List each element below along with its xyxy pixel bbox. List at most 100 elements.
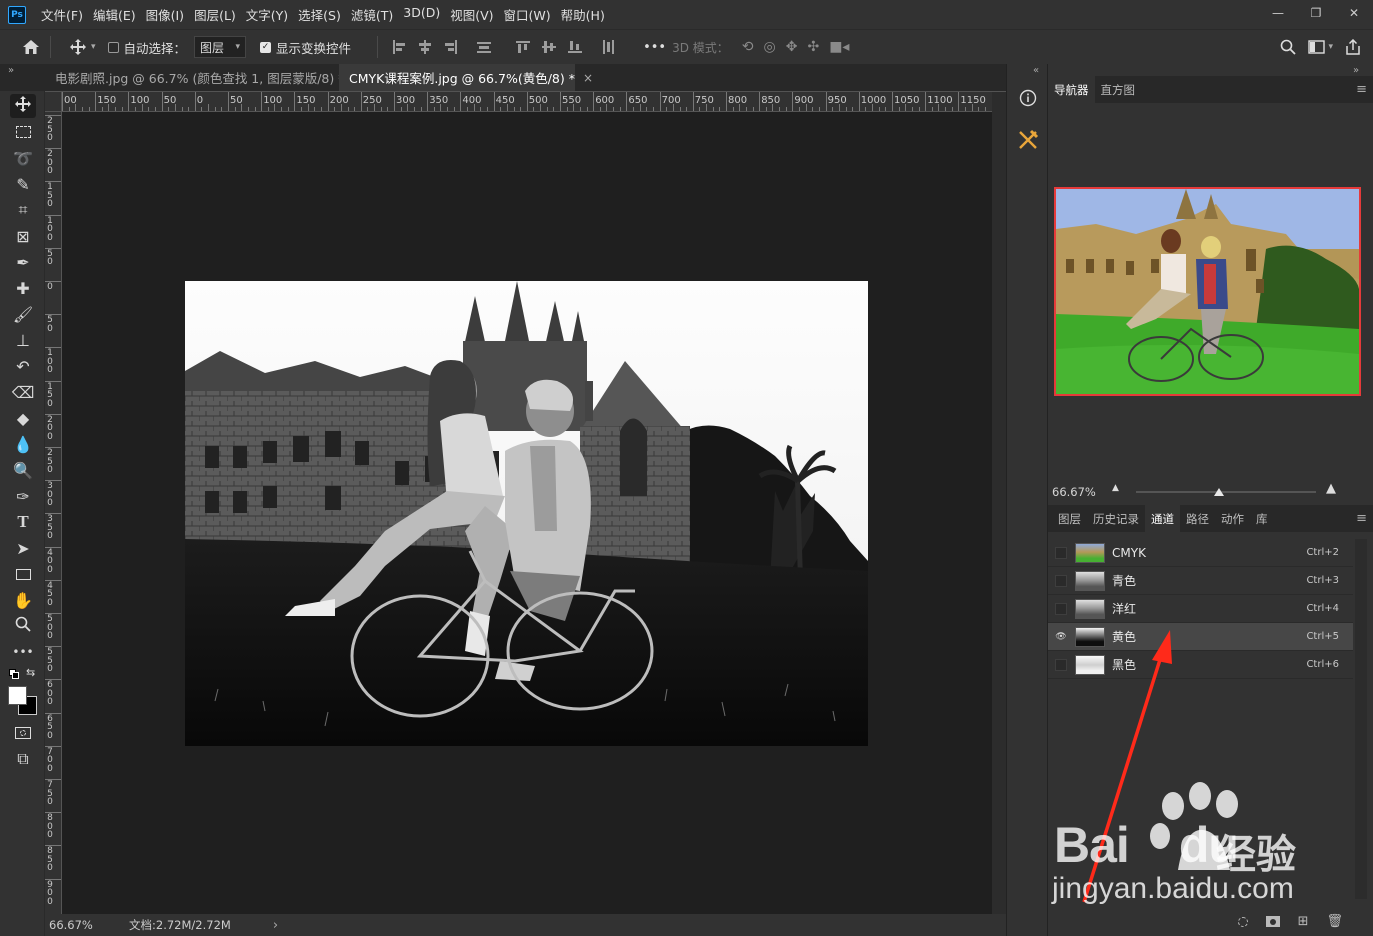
close-icon[interactable]: × bbox=[583, 71, 593, 85]
align-bottom-icon[interactable] bbox=[567, 39, 583, 55]
align-left-icon[interactable] bbox=[391, 39, 407, 55]
channel-row[interactable]: CMYK Ctrl+2 bbox=[1048, 539, 1353, 567]
canvas-vertical-scrollbar[interactable] bbox=[992, 92, 1006, 914]
tab-libraries[interactable]: 库 bbox=[1250, 505, 1274, 532]
info-panel-button[interactable] bbox=[1013, 84, 1043, 114]
tab-navigator[interactable]: 导航器 bbox=[1048, 76, 1095, 103]
panel-menu-icon[interactable]: ≡ bbox=[1356, 76, 1367, 103]
distribute-horizontal-icon[interactable] bbox=[600, 39, 616, 55]
menu-item[interactable]: 选择(S) bbox=[294, 5, 345, 24]
chevron-down-icon[interactable]: ▾ bbox=[91, 42, 96, 52]
search-icon[interactable] bbox=[1280, 39, 1297, 55]
panel-menu-icon[interactable]: ≡ bbox=[1356, 505, 1367, 532]
hand-tool[interactable]: ✋ bbox=[10, 588, 36, 612]
history-brush-tool[interactable]: ↶ bbox=[10, 354, 36, 378]
tab-movie-still[interactable]: 电影剧照.jpg @ 66.7% (颜色查找 1, 图层蒙版/8) * × bbox=[45, 64, 363, 91]
blur-tool[interactable]: 💧 bbox=[10, 432, 36, 456]
menu-item[interactable]: 帮助(H) bbox=[557, 5, 609, 24]
3d-orbit-icon[interactable]: ⟲ bbox=[742, 39, 754, 55]
type-tool[interactable]: T bbox=[10, 510, 36, 534]
edit-toolbar-button[interactable]: ••• bbox=[10, 640, 36, 664]
visibility-eye-icon[interactable] bbox=[1055, 602, 1067, 615]
status-menu-arrow[interactable]: › bbox=[273, 918, 278, 933]
auto-select-checkbox[interactable]: 自动选择： bbox=[107, 38, 186, 57]
channel-row[interactable]: 青色 Ctrl+3 bbox=[1048, 567, 1353, 595]
minimize-button[interactable]: — bbox=[1259, 0, 1297, 25]
collapse-panels-button[interactable]: « bbox=[1033, 65, 1039, 76]
crop-tool[interactable]: ⌗ bbox=[10, 198, 36, 222]
eyedropper-tool[interactable]: ✒ bbox=[10, 250, 36, 274]
workspace-icon[interactable]: ▾ bbox=[1308, 40, 1333, 54]
new-channel-icon[interactable]: ⊞ bbox=[1298, 914, 1309, 929]
quick-selection-tool[interactable]: ✎ bbox=[10, 172, 36, 196]
menu-item[interactable]: 滤镜(T) bbox=[347, 5, 397, 24]
zoom-level[interactable]: 66.67% bbox=[49, 918, 129, 932]
visibility-eye-icon[interactable] bbox=[1055, 574, 1067, 587]
visibility-eye-icon[interactable] bbox=[1055, 546, 1067, 559]
load-selection-icon[interactable] bbox=[1237, 916, 1248, 927]
path-selection-tool[interactable]: ➤ bbox=[10, 536, 36, 560]
3d-slide-icon[interactable]: ✣ bbox=[807, 39, 819, 55]
channel-row[interactable]: 黑色 Ctrl+6 bbox=[1048, 651, 1353, 679]
default-colors-icon[interactable] bbox=[9, 669, 19, 679]
tab-paths[interactable]: 路径 bbox=[1180, 505, 1215, 532]
paint-bucket-tool[interactable]: ◆ bbox=[10, 406, 36, 430]
zoom-in-icon[interactable]: ▲ bbox=[1326, 481, 1336, 496]
tab-history[interactable]: 历史记录 bbox=[1087, 505, 1145, 532]
clone-stamp-tool[interactable]: ⊥ bbox=[10, 328, 36, 352]
3d-camera-icon[interactable]: ■◂ bbox=[829, 39, 849, 55]
home-icon[interactable] bbox=[20, 36, 42, 58]
align-vertical-center-icon[interactable] bbox=[541, 39, 557, 55]
move-tool[interactable] bbox=[10, 94, 36, 118]
layer-select-dropdown[interactable]: 图层 ▾ bbox=[194, 36, 247, 58]
menu-item[interactable]: 图像(I) bbox=[142, 5, 188, 24]
tab-actions[interactable]: 动作 bbox=[1215, 505, 1250, 532]
show-transform-box[interactable]: ✓ bbox=[260, 41, 272, 53]
3d-pan-icon[interactable]: ✥ bbox=[786, 39, 798, 55]
menu-item[interactable]: 3D(D) bbox=[399, 5, 444, 24]
eraser-tool[interactable]: ⌫ bbox=[10, 380, 36, 404]
expand-panels-button[interactable]: » bbox=[1353, 65, 1359, 76]
channel-row[interactable]: 洋红 Ctrl+4 bbox=[1048, 595, 1353, 623]
channels-scrollbar[interactable] bbox=[1355, 539, 1367, 899]
menu-item[interactable]: 图层(L) bbox=[190, 5, 240, 24]
quick-mask-button[interactable] bbox=[10, 721, 36, 745]
menu-item[interactable]: 文字(Y) bbox=[242, 5, 292, 24]
zoom-slider-track[interactable] bbox=[1136, 491, 1316, 493]
tab-histogram[interactable]: 直方图 bbox=[1095, 76, 1142, 103]
menu-item[interactable]: 编辑(E) bbox=[89, 5, 140, 24]
show-transform-checkbox[interactable]: ✓ 显示变换控件 bbox=[260, 38, 351, 57]
more-options-button[interactable]: ••• bbox=[643, 40, 666, 55]
navigator-zoom-value[interactable]: 66.67% bbox=[1052, 485, 1096, 499]
document-canvas[interactable] bbox=[62, 112, 992, 914]
align-top-icon[interactable] bbox=[515, 39, 531, 55]
lasso-tool[interactable]: ➰ bbox=[10, 146, 36, 170]
menu-item[interactable]: 视图(V) bbox=[446, 5, 497, 24]
3d-roll-icon[interactable]: ◎ bbox=[764, 39, 776, 55]
close-window-button[interactable]: ✕ bbox=[1335, 0, 1373, 25]
yellow-channel-image[interactable] bbox=[185, 281, 868, 746]
zoom-slider-thumb[interactable] bbox=[1214, 488, 1224, 496]
color-swatches[interactable] bbox=[8, 686, 38, 716]
foreground-color-swatch[interactable] bbox=[8, 686, 27, 705]
tool-presets-button[interactable] bbox=[1013, 126, 1043, 156]
visibility-eye-icon[interactable]: 👁 bbox=[1055, 631, 1067, 643]
zoom-out-icon[interactable]: ▲ bbox=[1112, 483, 1119, 493]
channel-row[interactable]: 👁 黄色 Ctrl+5 bbox=[1048, 623, 1353, 651]
save-selection-icon[interactable] bbox=[1265, 916, 1280, 927]
rectangle-tool[interactable] bbox=[10, 562, 36, 586]
move-tool-icon[interactable] bbox=[67, 36, 89, 58]
align-horizontal-center-icon[interactable] bbox=[417, 39, 433, 55]
tab-cmyk-course[interactable]: CMYK课程案例.jpg @ 66.7%(黄色/8) * × bbox=[339, 64, 593, 91]
visibility-eye-icon[interactable] bbox=[1055, 658, 1067, 671]
tab-channels[interactable]: 通道 bbox=[1145, 505, 1180, 532]
auto-select-box[interactable] bbox=[107, 41, 119, 53]
restore-button[interactable]: ❐ bbox=[1297, 0, 1335, 25]
brush-tool[interactable]: 🖌 bbox=[10, 302, 36, 326]
collapse-toolbar-button[interactable]: » bbox=[8, 65, 14, 76]
tab-layers[interactable]: 图层 bbox=[1052, 505, 1087, 532]
menu-item[interactable]: 窗口(W) bbox=[500, 5, 555, 24]
align-right-icon[interactable] bbox=[443, 39, 459, 55]
delete-channel-icon[interactable]: 🗑 bbox=[1326, 914, 1343, 929]
swap-colors-icon[interactable]: ⇆ bbox=[26, 666, 35, 679]
